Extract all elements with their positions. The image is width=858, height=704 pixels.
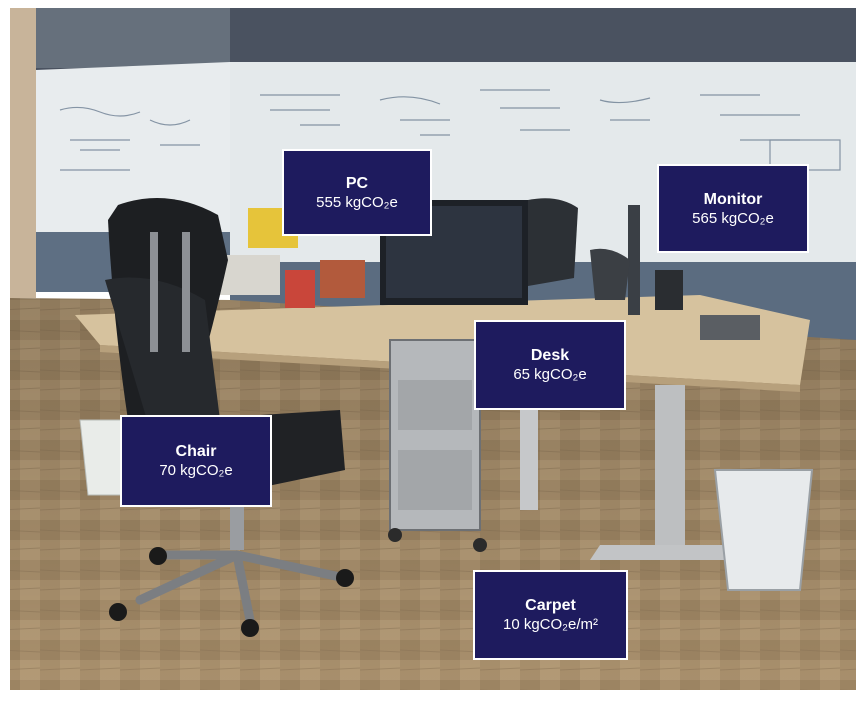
pc-label-value: 555 kgCO₂e — [316, 193, 398, 211]
pc-label: PC 555 kgCO₂e — [282, 149, 432, 236]
chair-label-name: Chair — [175, 443, 217, 460]
carpet-label: Carpet 10 kgCO₂e/m² — [473, 570, 628, 660]
carpet-label-value: 10 kgCO₂e/m² — [502, 616, 599, 633]
monitor-label-name: Monitor — [703, 190, 763, 208]
carpet-label-name: Carpet — [525, 597, 576, 614]
pc-label-name: PC — [345, 174, 369, 192]
chair-label: Chair 70 kgCO₂e — [120, 415, 272, 507]
office-photo: PC 555 kgCO₂e Monitor 565 kgCO₂e Desk 65… — [0, 0, 858, 704]
desk-label: Desk 65 kgCO₂e — [474, 320, 626, 410]
office-scene — [0, 0, 858, 704]
monitor-label-value: 565 kgCO₂e — [692, 209, 774, 227]
chair-label-value: 70 kgCO₂e — [159, 462, 233, 479]
desk-label-value: 65 kgCO₂e — [513, 366, 587, 383]
monitor-label: Monitor 565 kgCO₂e — [657, 164, 809, 253]
desk-label-name: Desk — [530, 347, 570, 364]
